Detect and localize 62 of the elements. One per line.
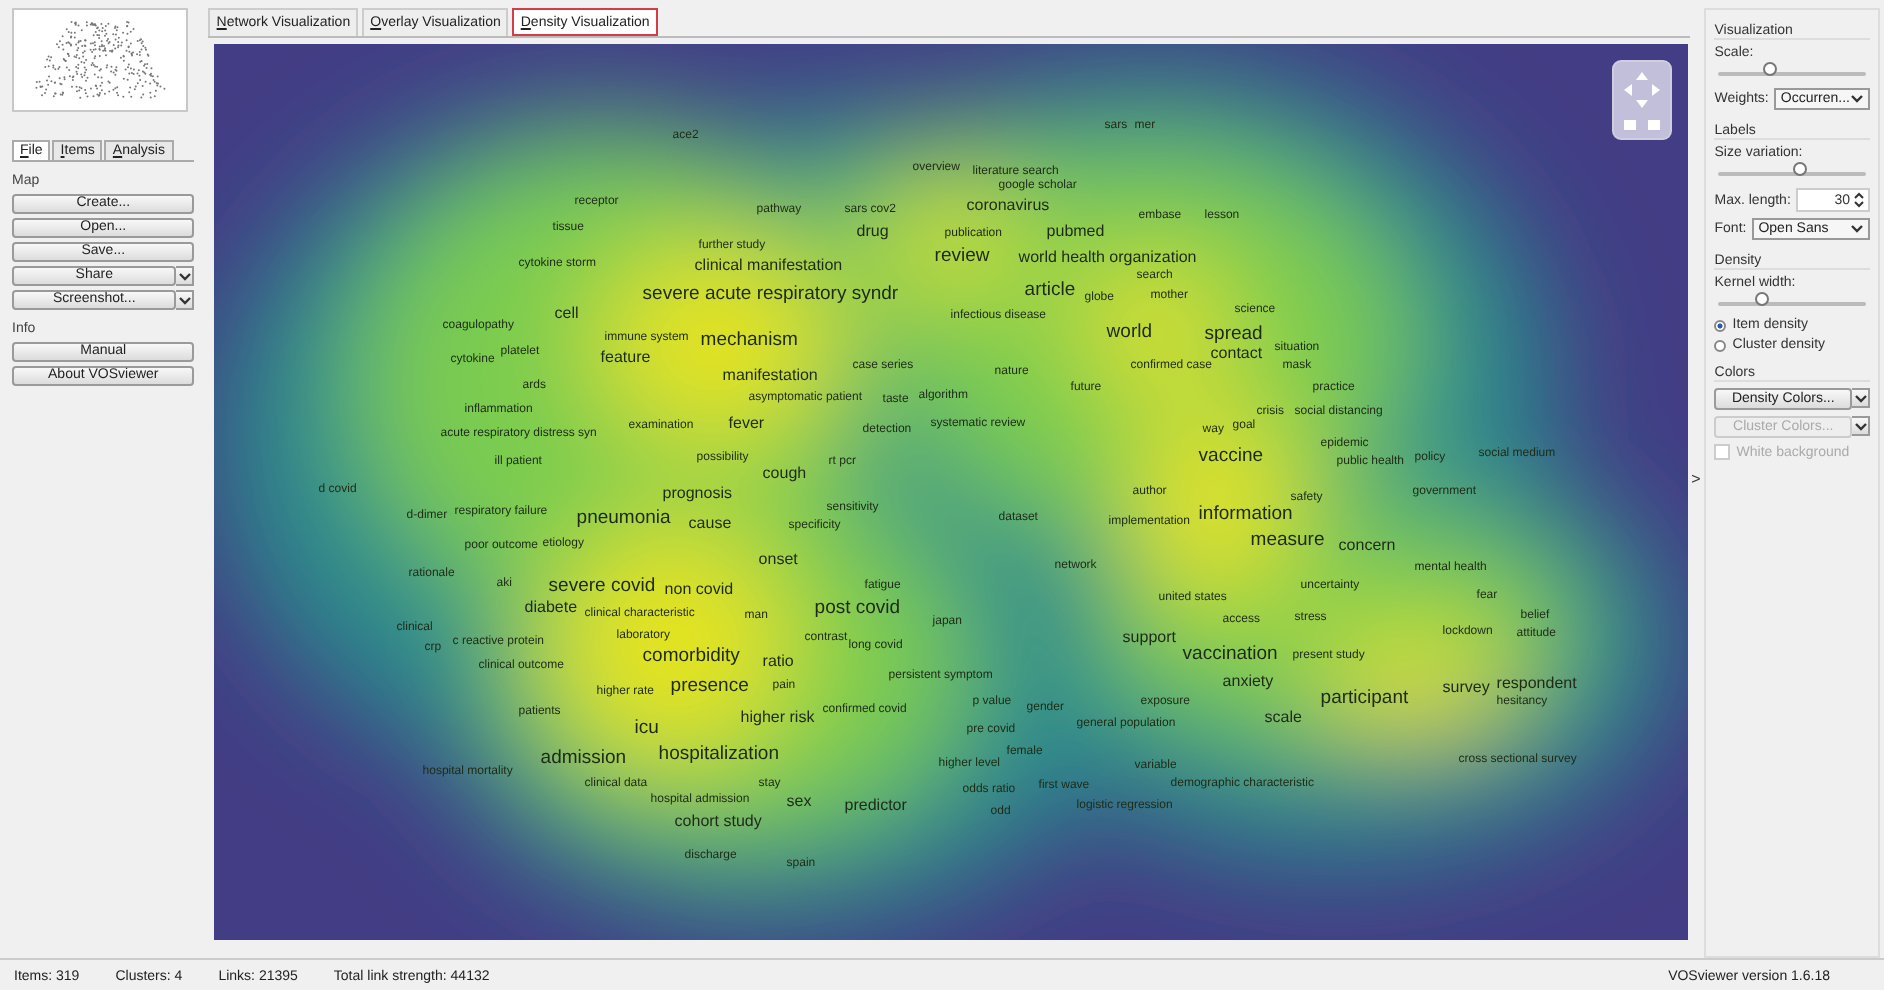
map-term: pneumonia	[576, 508, 671, 528]
map-term: coronavirus	[966, 198, 1050, 214]
map-term: hospitalization	[658, 744, 780, 764]
chevron-down-icon	[1853, 421, 1867, 431]
map-term: information	[1198, 504, 1293, 524]
map-term: diabete	[524, 600, 578, 616]
map-term: respondent	[1496, 676, 1577, 692]
dropdown-button[interactable]	[1852, 388, 1870, 408]
map-term: world health organization	[1018, 250, 1197, 266]
map-term: comorbidity	[642, 646, 740, 666]
slider-thumb[interactable]	[1755, 292, 1770, 306]
map-term: world	[1106, 322, 1152, 342]
map-term: scale	[1264, 710, 1302, 726]
map-term: anxiety	[1222, 674, 1274, 690]
map-term: cohort study	[674, 814, 762, 830]
map-term: clinical manifestation	[694, 258, 843, 274]
map-term: onset	[758, 552, 798, 568]
dropdown-button[interactable]	[1852, 416, 1870, 436]
slider-thumb[interactable]	[1792, 162, 1807, 176]
map-term: pubmed	[1046, 224, 1105, 240]
map-term: concern	[1338, 538, 1396, 554]
map-term: support	[1122, 630, 1176, 646]
map-term: severe acute respiratory syndr	[642, 284, 899, 304]
map-term: feature	[600, 350, 651, 366]
map-term: cause	[688, 516, 732, 532]
scale-slider[interactable]	[1718, 66, 1866, 82]
map-term: icu	[634, 718, 659, 738]
map-term: severe covid	[548, 576, 656, 596]
map-term: participant	[1320, 688, 1409, 708]
map-term: drug	[856, 224, 889, 240]
map-term: cough	[762, 466, 807, 482]
chevron-down-icon	[1853, 393, 1867, 403]
map-term: sex	[786, 794, 812, 810]
map-term: non covid	[664, 582, 734, 598]
map-term: fever	[728, 416, 765, 432]
map-term: spread	[1204, 324, 1263, 344]
map-term: cell	[554, 306, 579, 322]
navigation-pad-icon[interactable]	[1612, 60, 1673, 140]
map-term: ratio	[762, 654, 794, 670]
chevron-down-icon	[1850, 224, 1864, 234]
map-term: post covid	[814, 598, 901, 618]
map-term: higher risk	[740, 710, 815, 726]
size-variation-slider[interactable]	[1718, 166, 1866, 182]
map-term: predictor	[844, 798, 907, 814]
map-term: mechanism	[700, 330, 798, 350]
map-term: prognosis	[662, 486, 732, 502]
map-term: manifestation	[722, 368, 818, 384]
dropdown-button[interactable]	[176, 266, 195, 286]
map-term: presence	[670, 676, 749, 696]
chevron-down-icon	[1850, 94, 1864, 104]
kernel-width-slider[interactable]	[1718, 296, 1866, 312]
slider-thumb[interactable]	[1763, 62, 1778, 76]
map-term: vaccine	[1198, 446, 1264, 466]
map-term: contact	[1210, 346, 1263, 362]
map-term: measure	[1250, 530, 1325, 550]
map-term: vaccination	[1182, 644, 1278, 664]
collapse-glyph[interactable]: >	[1689, 470, 1703, 488]
map-term: review	[934, 246, 990, 266]
dropdown-button[interactable]	[176, 290, 195, 310]
map-term: survey	[1442, 680, 1490, 696]
map-term: admission	[540, 748, 627, 768]
map-term: article	[1024, 280, 1076, 300]
